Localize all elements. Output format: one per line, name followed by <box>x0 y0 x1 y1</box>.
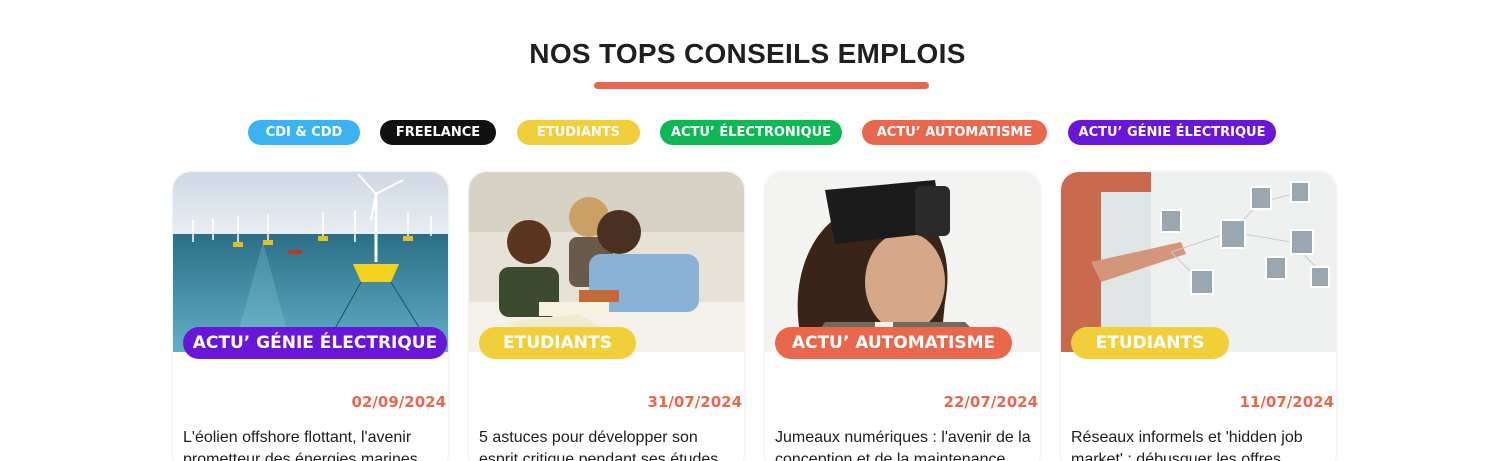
article-title[interactable]: L'éolien offshore flottant, l'avenir pro… <box>183 427 441 461</box>
article-image[interactable] <box>173 172 448 352</box>
article-card[interactable]: ACTU’ GÉNIE ÉLECTRIQUE 02/09/2024 L'éoli… <box>173 172 448 461</box>
article-image[interactable] <box>765 172 1040 352</box>
article-title[interactable]: Réseaux informels et 'hidden job market'… <box>1071 427 1329 461</box>
filter-freelance[interactable]: FREELANCE <box>380 120 496 145</box>
article-category-badge[interactable]: ETUDIANTS <box>479 327 636 359</box>
article-date: 11/07/2024 <box>1239 393 1334 411</box>
article-image[interactable] <box>1061 172 1336 352</box>
article-date: 31/07/2024 <box>647 393 742 411</box>
article-title[interactable]: Jumeaux numériques : l'avenir de la conc… <box>775 427 1033 461</box>
article-card[interactable]: ACTU’ AUTOMATISME 22/07/2024 Jumeaux num… <box>765 172 1040 461</box>
article-date: 02/09/2024 <box>351 393 446 411</box>
filter-cdi-cdd[interactable]: CDI & CDD <box>248 120 360 145</box>
article-image[interactable] <box>469 172 744 352</box>
article-card[interactable]: ETUDIANTS 11/07/2024 Réseaux informels e… <box>1061 172 1336 461</box>
article-category-badge[interactable]: ACTU’ GÉNIE ÉLECTRIQUE <box>183 327 447 359</box>
section-title: NOS TOPS CONSEILS EMPLOIS <box>529 38 966 69</box>
category-filters: CDI & CDD FREELANCE ETUDIANTS ACTU’ ÉLEC… <box>0 120 1495 146</box>
article-category-badge[interactable]: ETUDIANTS <box>1071 327 1229 359</box>
article-date: 22/07/2024 <box>943 393 1038 411</box>
filter-actu-electronique[interactable]: ACTU’ ÉLECTRONIQUE <box>660 120 842 145</box>
article-category-badge[interactable]: ACTU’ AUTOMATISME <box>775 327 1012 359</box>
article-title[interactable]: 5 astuces pour développer son esprit cri… <box>479 427 737 461</box>
filter-actu-genie-electrique[interactable]: ACTU’ GÉNIE ÉLECTRIQUE <box>1068 120 1276 145</box>
filter-etudiants[interactable]: ETUDIANTS <box>517 120 640 145</box>
title-underline <box>594 82 929 89</box>
filter-actu-automatisme[interactable]: ACTU’ AUTOMATISME <box>862 120 1047 145</box>
article-card[interactable]: ETUDIANTS 31/07/2024 5 astuces pour déve… <box>469 172 744 461</box>
